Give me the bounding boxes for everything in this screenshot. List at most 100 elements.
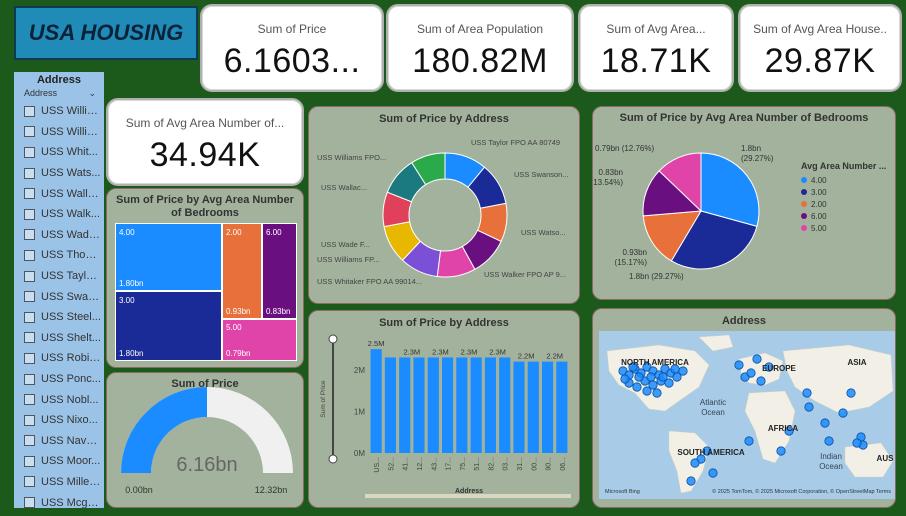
slicer-item[interactable]: USS Shelt... (14, 328, 104, 349)
bar[interactable] (542, 361, 554, 453)
checkbox[interactable] (24, 208, 35, 220)
map-bubble[interactable] (804, 402, 814, 412)
map-bubble[interactable] (820, 418, 830, 428)
slicer-item[interactable]: USS Swan... (14, 286, 104, 307)
checkbox[interactable] (24, 229, 35, 241)
treemap-cell-2[interactable]: 2.00 0.93bn (222, 223, 262, 319)
map-bubble[interactable] (632, 382, 642, 392)
kpi-card-avg-area-house[interactable]: Sum of Avg Area House.. 29.87K (738, 4, 902, 92)
checkbox[interactable] (24, 291, 35, 303)
donut-panel[interactable]: Sum of Price by Address USS Taylor FPO A… (308, 106, 580, 304)
slicer-item[interactable]: USS Miller... (14, 472, 104, 493)
checkbox[interactable] (24, 146, 35, 158)
slicer-item[interactable]: USS Nixo... (14, 410, 104, 431)
range-slider-handle[interactable] (328, 454, 338, 464)
bar[interactable] (399, 357, 411, 453)
treemap-panel[interactable]: Sum of Price by Avg Area Number of Bedro… (106, 188, 304, 368)
slicer-item[interactable]: USS Walla... (14, 183, 104, 204)
map-bubble[interactable] (824, 436, 834, 446)
map-bubble[interactable] (678, 366, 688, 376)
checkbox[interactable] (24, 332, 35, 344)
slicer-item[interactable]: USS Wade... (14, 225, 104, 246)
map-bubble[interactable] (642, 386, 652, 396)
pie-legend-item[interactable]: 6.00 (801, 210, 895, 222)
bar[interactable] (456, 357, 468, 453)
slicer-item[interactable]: USS Nobl... (14, 389, 104, 410)
map-bubble[interactable] (746, 368, 756, 378)
treemap-cell-5[interactable]: 5.00 0.79bn (222, 319, 297, 361)
bar[interactable] (427, 357, 439, 453)
slicer-item[interactable]: USS Willia... (14, 101, 104, 122)
bar[interactable] (513, 361, 525, 453)
kpi-card-sum-of-price[interactable]: Sum of Price 6.1603... (200, 4, 384, 92)
slicer-item[interactable]: USS Moor... (14, 451, 104, 472)
treemap-cell-4[interactable]: 4.00 1.80bn (115, 223, 222, 291)
slicer-item[interactable]: USS Robin... (14, 348, 104, 369)
map-bubble[interactable] (658, 372, 668, 382)
slicer-item[interactable]: USS Thom... (14, 245, 104, 266)
checkbox[interactable] (24, 126, 35, 138)
slicer-item[interactable]: USS Taylo... (14, 266, 104, 287)
map-bubble[interactable] (652, 388, 662, 398)
kpi-card-avg-area-number[interactable]: Sum of Avg Area Number of... 34.94K (106, 98, 304, 186)
map-panel[interactable]: Address NORTH AMERICA EUROPE ASIA Atlantic O… (592, 308, 896, 508)
bar-panel[interactable]: Sum of Price by Address Sum of Price 0M 1M… (308, 310, 580, 508)
checkbox[interactable] (24, 167, 35, 179)
slicer-field-dropdown[interactable]: Address ⌄ (14, 86, 104, 101)
gauge-panel[interactable]: Sum of Price 6.16bn 0.00bn 12.32bn (106, 372, 304, 508)
map-bubble[interactable] (708, 468, 718, 478)
checkbox[interactable] (24, 352, 35, 364)
map-bubble[interactable] (734, 360, 744, 370)
pie-legend-item[interactable]: 4.00 (801, 174, 895, 186)
map-bubble[interactable] (756, 376, 766, 386)
checkbox[interactable] (24, 497, 35, 508)
map-bubble[interactable] (752, 354, 762, 364)
slicer-item[interactable]: USS Walk... (14, 204, 104, 225)
checkbox[interactable] (24, 435, 35, 447)
bar[interactable] (384, 357, 396, 453)
map-bubble[interactable] (690, 458, 700, 468)
kpi-card-avg-area[interactable]: Sum of Avg Area... 18.71K (578, 4, 734, 92)
checkbox[interactable] (24, 476, 35, 488)
pie-legend-item[interactable]: 2.00 (801, 198, 895, 210)
checkbox[interactable] (24, 311, 35, 323)
checkbox[interactable] (24, 414, 35, 426)
checkbox[interactable] (24, 270, 35, 282)
chevron-down-icon[interactable]: ⌄ (88, 88, 96, 99)
checkbox[interactable] (24, 188, 35, 200)
map-bubble[interactable] (686, 476, 696, 486)
slicer-item[interactable]: USS Whit... (14, 142, 104, 163)
checkbox[interactable] (24, 455, 35, 467)
map-bubble[interactable] (852, 438, 862, 448)
treemap-cell-3[interactable]: 3.00 1.80bn (115, 291, 222, 361)
pie-panel[interactable]: Sum of Price by Avg Area Number of Bedro… (592, 106, 896, 300)
bar[interactable] (413, 357, 425, 453)
kpi-card-area-population[interactable]: Sum of Area Population 180.82M (386, 4, 574, 92)
slicer-item[interactable]: USS Ponc... (14, 369, 104, 390)
bar[interactable] (484, 357, 496, 453)
checkbox[interactable] (24, 105, 35, 117)
bar[interactable] (527, 361, 539, 453)
map-bubble[interactable] (634, 372, 644, 382)
slicer-item[interactable]: USS Mcge... (14, 492, 104, 508)
map-bubble[interactable] (646, 372, 656, 382)
map-bubble[interactable] (802, 388, 812, 398)
checkbox[interactable] (24, 373, 35, 385)
pie-legend-item[interactable]: 5.00 (801, 222, 895, 234)
bar[interactable] (499, 357, 511, 453)
treemap-cell-6[interactable]: 6.00 0.83bn (262, 223, 297, 319)
map-bubble[interactable] (744, 436, 754, 446)
slicer-item[interactable]: USS Nava... (14, 431, 104, 452)
map-bubble[interactable] (620, 374, 630, 384)
slicer-item[interactable]: USS Willia... (14, 122, 104, 143)
bar[interactable] (470, 357, 482, 453)
bar[interactable] (442, 357, 454, 453)
map-bubble[interactable] (838, 408, 848, 418)
slicer-item[interactable]: USS Wats... (14, 163, 104, 184)
world-map[interactable]: NORTH AMERICAEUROPEASIAAtlanticOceanAFRI… (599, 331, 895, 499)
address-slicer[interactable]: Address Address ⌄ USS Willia... USS Willi… (14, 72, 104, 508)
pie-legend-item[interactable]: 3.00 (801, 186, 895, 198)
bar[interactable] (370, 349, 382, 453)
map-bubble[interactable] (846, 388, 856, 398)
checkbox[interactable] (24, 249, 35, 261)
